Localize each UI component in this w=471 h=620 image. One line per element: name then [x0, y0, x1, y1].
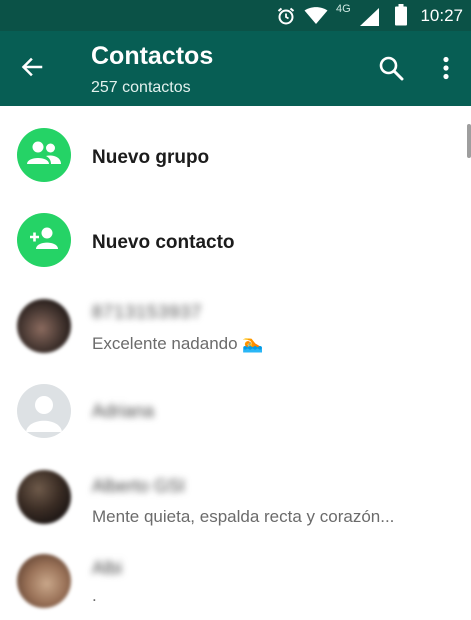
person-add-icon: [29, 226, 59, 255]
contact-avatar: [17, 470, 71, 524]
contacts-list: Nuevo grupo Nuevo contacto 8713153937 Ex…: [0, 106, 471, 620]
contact-status: Mente quieta, espalda recta y corazón...: [92, 507, 395, 526]
signal-icon: [360, 8, 380, 31]
status-bar: 4G 10:27: [0, 0, 471, 31]
back-button[interactable]: [14, 53, 50, 85]
contacts-count: 257 contactos: [91, 79, 191, 96]
contact-avatar: [17, 554, 71, 608]
new-contact-avatar: [17, 213, 71, 267]
contact-row[interactable]: Albi .: [0, 546, 471, 620]
new-group-label: Nuevo grupo: [92, 147, 210, 168]
arrow-left-icon: [20, 55, 44, 84]
contact-status: Excelente nadando 🏊: [92, 334, 264, 353]
contact-name: 8713153937: [92, 302, 203, 322]
contact-avatar: [17, 299, 71, 353]
contact-name: Alberto GSI: [92, 476, 186, 496]
group-icon: [26, 140, 62, 171]
contact-name: Albi: [92, 558, 123, 578]
contact-status: .: [92, 586, 97, 605]
default-person-icon: [26, 396, 62, 432]
contact-row[interactable]: Alberto GSI Mente quieta, espalda recta …: [0, 460, 471, 550]
contacts-screen: 4G 10:27 Contactos 257 contactos Nuevo g…: [0, 0, 471, 620]
page-title: Contactos: [91, 42, 214, 70]
search-icon: [378, 55, 404, 86]
toolbar: Contactos 257 contactos: [0, 31, 471, 106]
contact-row[interactable]: Adriana: [0, 376, 471, 451]
network-type-label: 4G: [336, 3, 351, 15]
alarm-icon: [276, 6, 296, 31]
wifi-icon: [304, 7, 328, 30]
scrollbar[interactable]: [467, 124, 471, 158]
more-vertical-icon: [442, 56, 450, 85]
battery-icon: [395, 4, 407, 31]
new-group-row[interactable]: Nuevo grupo: [0, 119, 471, 194]
new-group-avatar: [17, 128, 71, 182]
contact-avatar-default: [17, 384, 71, 438]
more-options-button[interactable]: [432, 53, 460, 87]
new-contact-row[interactable]: Nuevo contacto: [0, 204, 471, 279]
contact-name: Adriana: [92, 401, 155, 421]
search-button[interactable]: [374, 53, 408, 87]
status-time: 10:27: [420, 6, 463, 25]
new-contact-label: Nuevo contacto: [92, 232, 235, 253]
contact-row[interactable]: 8713153937 Excelente nadando 🏊: [0, 287, 471, 377]
